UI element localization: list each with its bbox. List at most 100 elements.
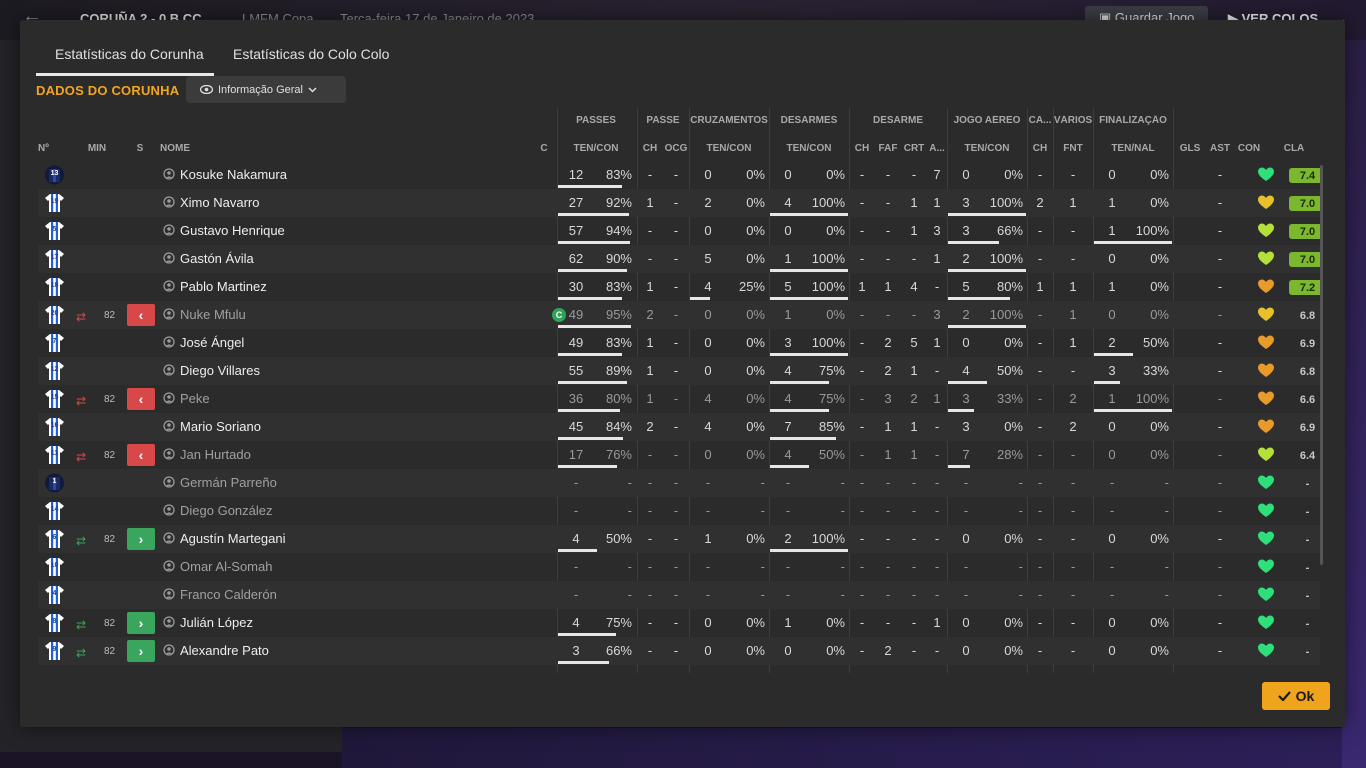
- table-row[interactable]: 7 José Ángel 49 83% 0 0% 3 100% 0 0% 2 50% 1- -2 5 1-1-…: [38, 329, 1320, 357]
- player-name[interactable]: Pablo Martinez: [180, 279, 267, 294]
- player-profile-icon[interactable]: [163, 308, 175, 320]
- sub-on-button[interactable]: ›: [127, 528, 155, 550]
- col-header-pass-att[interactable]: TEN/CON: [557, 143, 635, 154]
- player-profile-icon[interactable]: [163, 196, 175, 208]
- sub-off-button[interactable]: ‹: [127, 304, 155, 326]
- ast-value: -: [1217, 335, 1223, 350]
- d-faf-value: -: [885, 615, 891, 630]
- col-header-faf[interactable]: FAF: [875, 143, 901, 154]
- player-name[interactable]: Alexandre Pato: [180, 643, 269, 658]
- col-header-crt[interactable]: CRT: [901, 143, 927, 154]
- col-header-fnt[interactable]: FNT: [1053, 143, 1093, 154]
- player-name[interactable]: Franco Calderón: [180, 587, 277, 602]
- cr-percent: 0%: [746, 643, 765, 658]
- table-row[interactable]: 14 Diego González - - - - - - - - - - - - - - - - - - - -: [38, 497, 1320, 525]
- tab-corunha-stats[interactable]: Estatísticas do Corunha: [36, 46, 214, 76]
- col-header-sub[interactable]: S: [133, 143, 147, 154]
- col-header-cross-att[interactable]: TEN/CON: [689, 143, 769, 154]
- table-row[interactable]: 15 ⇄ 82 ‹ Peke 36 80% 4 0% 4 75% 3 33% 1 100% 1- -3 2 1-2-…: [38, 385, 1320, 413]
- table-row[interactable]: 10 Omar Al-Somah - - - - - - - - - - - - - - - - - - - -: [38, 553, 1320, 581]
- player-profile-icon[interactable]: [163, 420, 175, 432]
- table-row[interactable]: 12 Diego Villares 55 89% 0 0% 4 75% 4 50% 3 33% 1 - - 2…: [38, 357, 1320, 385]
- table-row[interactable]: 8 ⇄ 82 › Julián López 4 75% 0 0% 1 0% 0 0% 0 0% - - - - -1-…: [38, 609, 1320, 637]
- col-header-min[interactable]: MIN: [84, 143, 110, 154]
- col-header-gls[interactable]: GLS: [1176, 143, 1204, 154]
- table-row[interactable]: 6 ⇄ 82 › Agustín Martegani 4 50% 1 0% 2 100% 0 0% 0 0%…: [38, 525, 1320, 553]
- player-profile-icon[interactable]: [163, 392, 175, 404]
- shirt-number: 12: [50, 366, 59, 373]
- col-header-ca-ch[interactable]: CH: [1027, 143, 1053, 154]
- player-name[interactable]: Diego González: [180, 503, 273, 518]
- table-row[interactable]: 11 ⇄ 82 ‹ Jan Hurtado 17 76% 0 0% 4 50% 7 28% 0 0% - - -1…: [38, 441, 1320, 469]
- player-profile-icon[interactable]: [163, 588, 175, 600]
- sub-off-button[interactable]: ‹: [127, 388, 155, 410]
- table-row[interactable]: 20 ⇄ 82 ‹ Nuke Mfulu C 49 95% 0 0% 1 0% 2 100% 0 0% 2 - - -…: [38, 301, 1320, 329]
- condition-heart-icon: [1258, 363, 1274, 379]
- player-name[interactable]: José Ángel: [180, 335, 244, 350]
- player-name[interactable]: Gustavo Henrique: [180, 223, 285, 238]
- col-header-num[interactable]: Nº: [38, 143, 56, 154]
- col-header-pass-ch[interactable]: CH: [637, 143, 663, 154]
- ds-percent: -: [840, 503, 845, 518]
- table-row[interactable]: 16 Mario Soriano 45 84% 4 0% 7 85% 3 0% 0 0% 2 - - 1 1 - -…: [38, 413, 1320, 441]
- col-header-a[interactable]: A...: [927, 143, 947, 154]
- sub-minute: 82: [104, 534, 116, 545]
- player-name[interactable]: Agustín Martegani: [180, 531, 286, 546]
- col-header-name[interactable]: NOME: [160, 143, 220, 154]
- player-profile-icon[interactable]: [163, 280, 175, 292]
- player-profile-icon[interactable]: [163, 224, 175, 236]
- tab-colo-colo-stats[interactable]: Estatísticas do Colo Colo: [233, 46, 389, 76]
- sub-on-button[interactable]: ›: [127, 612, 155, 634]
- player-name[interactable]: Diego Villares: [180, 363, 260, 378]
- col-header-con[interactable]: CON: [1235, 143, 1263, 154]
- col-header-tackle-ch[interactable]: CH: [849, 143, 875, 154]
- player-profile-icon[interactable]: [163, 504, 175, 516]
- player-name[interactable]: Ximo Navarro: [180, 195, 259, 210]
- pass-attempts: 36: [568, 391, 584, 406]
- ae-attempts: -: [963, 559, 969, 574]
- table-row[interactable]: 9 ⇄ 82 › Alexandre Pato 3 66% 0 0% 0 0% 0 0% 0 0% - - -2-…: [38, 637, 1320, 665]
- player-profile-icon[interactable]: [163, 448, 175, 460]
- player-name[interactable]: Mario Soriano: [180, 419, 261, 434]
- col-header-shots[interactable]: TEN/NAL: [1093, 143, 1173, 154]
- player-name[interactable]: Nuke Mfulu: [180, 307, 246, 322]
- shirt-number: 7: [52, 338, 57, 345]
- table-scrollbar[interactable]: [1320, 165, 1323, 565]
- table-row[interactable]: 13 Kosuke Nakamura 12 83% 0 0% 0 0% 0 0% 0 0% - - - - -7…: [38, 161, 1320, 189]
- sub-off-button[interactable]: ‹: [127, 444, 155, 466]
- shirt-number: 6: [52, 534, 57, 541]
- player-name[interactable]: Gastón Ávila: [180, 251, 254, 266]
- col-header-aerial-att[interactable]: TEN/CON: [947, 143, 1027, 154]
- table-row[interactable]: 4 Franco Calderón - - - - - - - - - - - - - - - - - - - -: [38, 581, 1320, 609]
- view-dropdown[interactable]: Informação Geral: [186, 76, 346, 103]
- player-name[interactable]: Peke: [180, 391, 210, 406]
- ok-button[interactable]: Ok: [1262, 682, 1330, 710]
- col-header-tackle-att[interactable]: TEN/CON: [769, 143, 849, 154]
- sub-on-button[interactable]: ›: [127, 640, 155, 662]
- table-row[interactable]: 17 Gastón Ávila 62 90% 5 0% 1 100% 2 100% 0 0% - - - - -…: [38, 245, 1320, 273]
- player-profile-icon[interactable]: [163, 560, 175, 572]
- ae-success-bar: [948, 381, 987, 384]
- table-row[interactable]: 5 Gustavo Henrique 57 94% 0 0% 0 0% 3 66% 1 100% - - -…: [38, 217, 1320, 245]
- table-row[interactable]: 19 Ximo Navarro 27 92% 2 0% 4 100% 3 100% 1 0% 1 - - - 1…: [38, 189, 1320, 217]
- player-name[interactable]: Jan Hurtado: [180, 447, 251, 462]
- player-profile-icon[interactable]: [163, 644, 175, 656]
- player-profile-icon[interactable]: [163, 336, 175, 348]
- player-profile-icon[interactable]: [163, 616, 175, 628]
- player-profile-icon[interactable]: [163, 532, 175, 544]
- player-name[interactable]: Omar Al-Somah: [180, 559, 272, 574]
- player-name[interactable]: Julián López: [180, 615, 253, 630]
- col-header-pass-ocg[interactable]: OCG: [663, 143, 689, 154]
- player-name[interactable]: Kosuke Nakamura: [180, 167, 287, 182]
- table-row[interactable]: 1 Germán Parreño - - - - - - - - - - - - - - - - - - - -: [38, 469, 1320, 497]
- player-profile-icon[interactable]: [163, 252, 175, 264]
- player-name[interactable]: Germán Parreño: [180, 475, 277, 490]
- player-profile-icon[interactable]: [163, 364, 175, 376]
- col-header-ast[interactable]: AST: [1206, 143, 1234, 154]
- col-header-captain[interactable]: C: [537, 143, 551, 154]
- table-row[interactable]: 18 Pablo Martinez 30 83% 4 25% 5 100% 5 80% 1 0% 1 - 1…: [38, 273, 1320, 301]
- shirt-icon: 1: [45, 473, 64, 493]
- player-profile-icon[interactable]: [163, 476, 175, 488]
- player-profile-icon[interactable]: [163, 168, 175, 180]
- col-header-cla[interactable]: CLA: [1278, 143, 1310, 154]
